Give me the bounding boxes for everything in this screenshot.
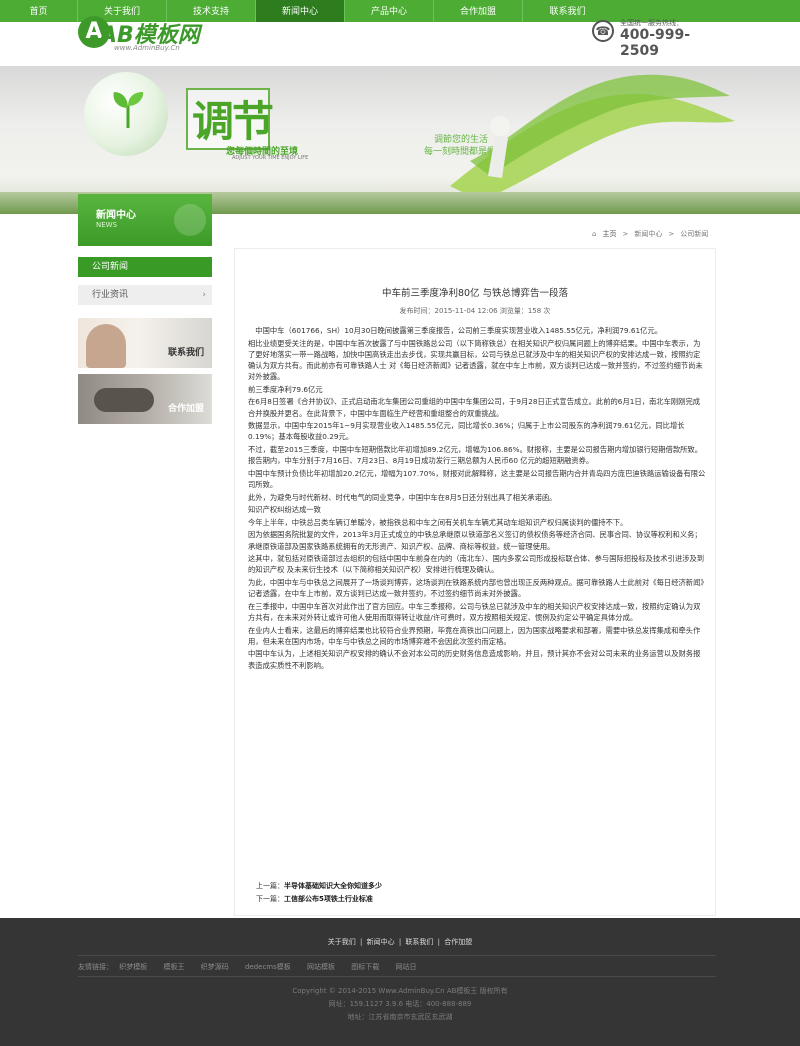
promo-label: 合作加盟 xyxy=(167,404,204,414)
article-meta: 发布时间：2015-11-04 12:06 浏览量：158 次 xyxy=(399,307,551,315)
footer-link-news[interactable]: 新闻中心 xyxy=(367,938,395,946)
article-paragraph: 在三季报中，中国中车首次对此作出了官方回应。中车三季报称，公司与铁总已就涉及中车… xyxy=(248,601,701,622)
breadcrumb: ⌂ 主页 > 新闻中心 > 公司新闻 xyxy=(589,229,711,239)
operator-image xyxy=(86,324,126,368)
article-paragraph: 中国中车认为，上述相关知识产权安排的确认不会对本公司的历史财务信息造成影响，并且… xyxy=(248,649,701,670)
hotline: ☎ 全国统一服务热线： 400-999-2509 xyxy=(592,18,722,59)
next-title[interactable]: 工信部公布5项铁土行业标准 xyxy=(284,895,373,903)
article-body: 中国中车（601766，SH）10月30日晚间披露第三季度报告，公司前三季度实现… xyxy=(248,325,706,672)
breadcrumb-sep: > xyxy=(668,230,675,238)
article-paragraph: 不过，截至2015三季度，中国中车短期借款比年初增加89.2亿元，增幅为106.… xyxy=(248,444,703,466)
footer-divider xyxy=(78,955,716,956)
friend-link[interactable]: 网站日 xyxy=(395,963,416,971)
article-paragraph: 中国中车预计负债比年初增加20.2亿元，增幅为107.70%，财报对此解释称，这… xyxy=(248,468,706,489)
article-paragraph: 在业内人士看来，这最后的博弈结果也比较符合业界预期，毕竟在高铁出口问题上，因为国… xyxy=(248,625,701,646)
green-silk-image xyxy=(450,74,735,201)
article-paragraph: 今年上半年，中铁总吕类车辆订单暖冷，被指铁总和中车之间有关机车车辆尤其动车组知识… xyxy=(248,517,628,527)
prev-label: 上一篇： xyxy=(256,882,284,890)
sidebar-title: 新闻中心 xyxy=(96,210,136,221)
article-paragraph: 这其中，就包括对原铁道部过去组织的包括中国中车前身在内的（南北车）、国内多家公司… xyxy=(248,554,705,575)
article-paragraph: 知识产权纠纷达成一致 xyxy=(248,505,321,515)
footer-link-contact[interactable]: 联系我们 xyxy=(405,938,433,946)
nav-item-news[interactable]: 新闻中心 xyxy=(256,0,345,22)
footer-links: 关于我们 | 新闻中心 | 联系我们 | 合作加盟 xyxy=(0,937,800,947)
footer-divider xyxy=(78,976,716,977)
handshake-image xyxy=(94,388,154,412)
contact-text: 网址：159.1127 3.9.6 电话：400-888-889 xyxy=(328,1000,472,1008)
next-article[interactable]: 下一篇：工信部公布5项铁土行业标准 xyxy=(256,893,382,906)
hotline-number: 400-999-2509 xyxy=(620,27,691,59)
friend-link[interactable]: 织梦模板 xyxy=(119,963,147,971)
article-paragraph: 相比业绩更受关注的是，中国中车首次披露了与中国铁路总公司（以下简称铁总）在相关知… xyxy=(248,338,703,382)
sidebar-item-company-news[interactable]: 公司新闻 xyxy=(78,257,212,277)
sidebar-item-industry-news[interactable]: 行业资讯 › xyxy=(78,285,212,305)
article-title: 中车前三季度净利80亿 与铁总博弈告一段落 xyxy=(381,288,569,299)
address-text: 地址：江苏省南京市玄武区玄武湖 xyxy=(347,1013,453,1021)
promo-join[interactable]: 合作加盟 xyxy=(78,374,212,424)
home-icon: ⌂ xyxy=(592,230,597,238)
article-paragraph: 为此，中国中车与中铁总之间展开了一场谈判博弈，这场谈判在铁路系统内部也曾出现正反… xyxy=(248,577,705,599)
article-paragraph: 在6月8日签署《合并协议》、正式启动南北车集团公司重组的中国中车集团公司，于9月… xyxy=(248,397,701,418)
article-paragraph: 数据显示，中国中车2015年1~9月实现营业收入1485.55亿元，同比增长0.… xyxy=(248,421,685,442)
friend-links-label: 友情链接： xyxy=(78,963,113,971)
breadcrumb-level2[interactable]: 公司新闻 xyxy=(680,230,708,238)
nav-item-join[interactable]: 合作加盟 xyxy=(434,0,523,22)
prev-article[interactable]: 上一篇：半导体基础知识大全你知道多少 xyxy=(256,880,382,893)
footer-link-sep: | xyxy=(359,938,363,946)
chevron-right-icon: › xyxy=(202,290,206,300)
breadcrumb-home[interactable]: 主页 xyxy=(602,230,616,238)
article-paragraph: 前三季度净利79.6亿元 xyxy=(248,384,323,394)
footer-copyright: Copyright © 2014-2015 Www.AdminBuy.Cn AB… xyxy=(0,985,800,1024)
nav-item-products[interactable]: 产品中心 xyxy=(345,0,434,22)
phone-icon: ☎ xyxy=(592,20,614,42)
logo-url: www.AdminBuy.Cn xyxy=(114,44,180,52)
friend-link[interactable]: 网站模板 xyxy=(307,963,335,971)
friend-link[interactable]: 图标下载 xyxy=(351,963,379,971)
copyright-text: Copyright © 2014-2015 Www.AdminBuy.Cn AB… xyxy=(292,987,508,995)
footer-link-sep: | xyxy=(437,938,440,946)
friend-link[interactable]: dedecms模板 xyxy=(245,963,291,971)
promo-contact-us[interactable]: 联系我们 xyxy=(78,318,212,368)
footer-link-about[interactable]: 关于我们 xyxy=(328,938,356,946)
breadcrumb-level1[interactable]: 新闻中心 xyxy=(634,230,662,238)
banner-title: 调节 xyxy=(192,97,274,146)
friend-link[interactable]: 织梦源码 xyxy=(201,963,229,971)
sprout-icon xyxy=(113,92,144,128)
article-paragraph: 此外，为避免与时代新材、时代电气的同业竞争，中国中车在8月5日还分别出具了相关承… xyxy=(248,492,557,502)
footer-link-sep: | xyxy=(398,938,402,946)
sidebar-deco-icon xyxy=(174,204,206,236)
hero-banner: 调节 您每個時間的至境 ADJUST YOUR TIME ENJOY LIFE … xyxy=(0,66,800,214)
footer-link-join[interactable]: 合作加盟 xyxy=(444,938,472,946)
sidebar-subtitle: NEWS xyxy=(96,221,118,229)
article-pager: 上一篇：半导体基础知识大全你知道多少 下一篇：工信部公布5项铁土行业标准 xyxy=(256,880,382,906)
next-label: 下一篇： xyxy=(256,895,284,903)
article-paragraph: 中国中车（601766，SH）10月30日晚间披露第三季度报告，公司前三季度实现… xyxy=(255,326,663,335)
friend-links: 友情链接： 织梦模板 模板王 织梦源码 dedecms模板 网站模板 图标下载 … xyxy=(78,962,430,972)
promo-label: 联系我们 xyxy=(167,348,204,358)
breadcrumb-sep: > xyxy=(622,230,629,238)
article-paragraph: 因为依据国务院批复的文件，2013年3月正式成立的中铁总承继原以铁道部名义签订的… xyxy=(248,530,702,551)
nav-item-home[interactable]: 首页 xyxy=(0,0,78,22)
prev-title[interactable]: 半导体基础知识大全你知道多少 xyxy=(284,882,382,890)
friend-link[interactable]: 模板王 xyxy=(163,963,184,971)
site-logo[interactable]: A AB模板网 www.AdminBuy.Cn xyxy=(78,16,238,56)
sidebar-header: 新闻中心 NEWS xyxy=(78,194,212,246)
banner-tagline-small: ADJUST YOUR TIME ENJOY LIFE xyxy=(232,155,309,161)
sidebar-item-label: 行业资讯 xyxy=(92,290,129,300)
